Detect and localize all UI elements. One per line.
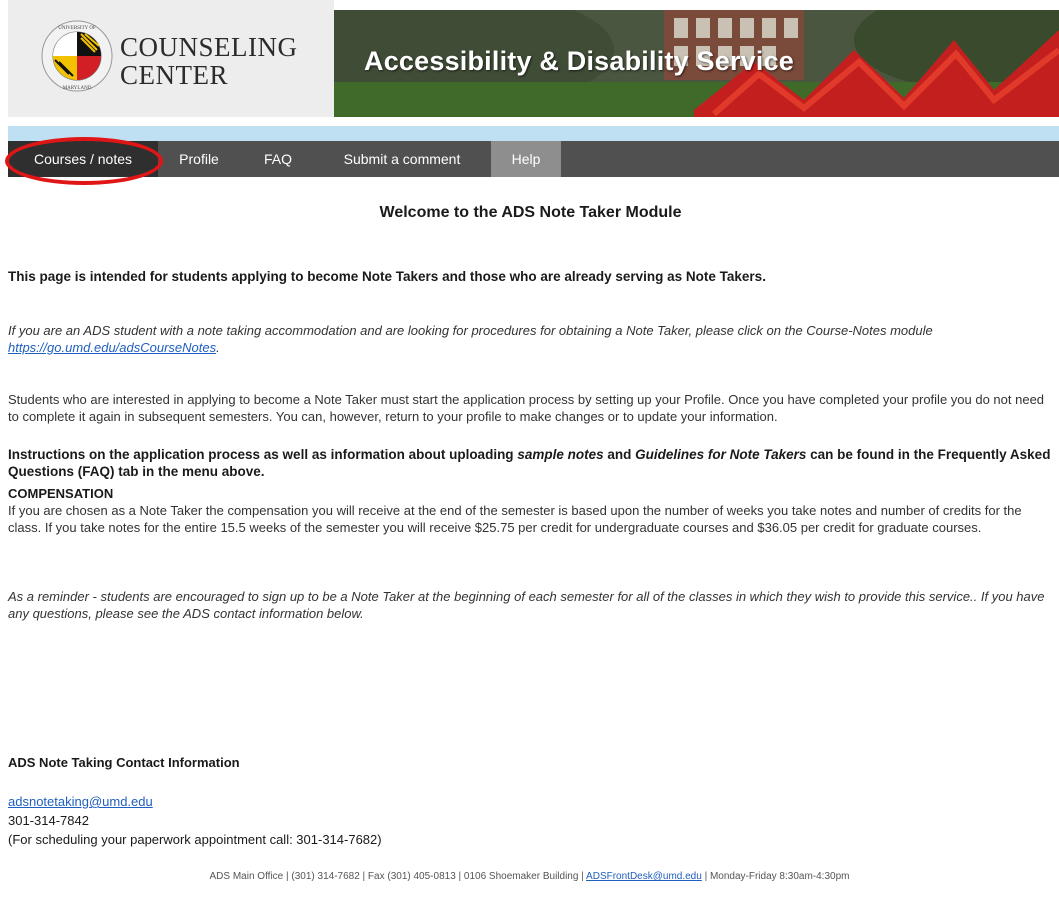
- page-title: Welcome to the ADS Note Taker Module: [379, 204, 682, 221]
- profile-paragraph: Students who are interested in applying …: [8, 392, 1045, 424]
- instructions-text-2: and: [603, 447, 636, 462]
- tab-faq[interactable]: FAQ: [250, 141, 306, 177]
- tab-courses-notes[interactable]: Courses / notes: [8, 141, 158, 177]
- logo-text: COUNSELING CENTER: [120, 33, 298, 89]
- instructions-paragraph: Instructions on the application process …: [8, 446, 1053, 480]
- university-seal-icon: UNIVERSITY OF MARYLAND: [41, 20, 113, 92]
- tab-submit-comment[interactable]: Submit a comment: [318, 141, 486, 177]
- ads-student-paragraph: If you are an ADS student with a note ta…: [8, 322, 1053, 356]
- instructions-guidelines: Guidelines for Note Takers: [635, 447, 807, 462]
- site-footer: ADS Main Office | (301) 314-7682 | Fax (…: [0, 871, 1059, 882]
- compensation-heading: COMPENSATION: [8, 486, 114, 501]
- ads-student-text: If you are an ADS student with a note ta…: [8, 323, 933, 338]
- contact-email-link[interactable]: adsnotetaking@umd.edu: [8, 793, 153, 810]
- main-nav: Courses / notes Profile FAQ Submit a com…: [8, 141, 1059, 177]
- seal-text-bottom: MARYLAND: [63, 86, 92, 91]
- intro-text: This page is intended for students apply…: [8, 269, 766, 284]
- ads-student-end: .: [216, 340, 220, 355]
- footer-email-link[interactable]: ADSFrontDesk@umd.edu: [586, 871, 702, 882]
- reminder-paragraph: As a reminder - students are encouraged …: [8, 589, 1045, 621]
- tab-profile[interactable]: Profile: [164, 141, 234, 177]
- footer-text-before: ADS Main Office | (301) 314-7682 | Fax (…: [209, 871, 587, 882]
- contact-phone: 301-314-7842: [8, 813, 89, 828]
- logo-line-2: CENTER: [120, 60, 228, 90]
- instructions-text-1: Instructions on the application process …: [8, 447, 518, 462]
- contact-heading: ADS Note Taking Contact Information: [8, 755, 240, 770]
- header-banner: Accessibility & Disability Service: [334, 10, 1059, 117]
- footer-text-after: | Monday-Friday 8:30am-4:30pm: [701, 871, 850, 882]
- contact-schedule-text: (For scheduling your paperwork appointme…: [8, 832, 382, 847]
- banner-title: Accessibility & Disability Service: [364, 46, 795, 76]
- course-notes-link[interactable]: https://go.umd.edu/adsCourseNotes: [8, 340, 216, 355]
- nav-top-strip: [8, 126, 1059, 141]
- site-header: UNIVERSITY OF MARYLAND COUNSELING CENTER: [8, 0, 1059, 117]
- seal-text-top: UNIVERSITY OF: [58, 26, 96, 31]
- instructions-sample-notes: sample notes: [517, 447, 604, 462]
- compensation-body: If you are chosen as a Note Taker the co…: [8, 503, 1022, 535]
- counseling-center-logo[interactable]: UNIVERSITY OF MARYLAND COUNSELING CENTER: [8, 0, 334, 117]
- tab-help[interactable]: Help: [491, 141, 561, 177]
- logo-line-1: COUNSELING: [120, 32, 298, 62]
